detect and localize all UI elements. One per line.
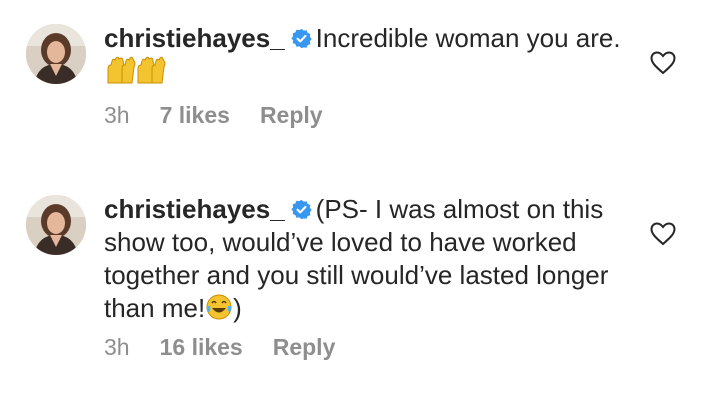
- username[interactable]: christiehayes_: [104, 23, 285, 53]
- verified-badge-icon: [291, 195, 312, 220]
- comment-text-closing: ): [233, 293, 242, 323]
- heart-icon[interactable]: [650, 51, 676, 75]
- verified-badge-icon: [291, 24, 312, 49]
- raising-hands-emoji: [104, 55, 168, 93]
- comment-body: christiehayes_ Incredible woman you are.: [104, 22, 624, 93]
- likes-count[interactable]: 16 likes: [160, 334, 243, 361]
- timestamp: 3h: [104, 334, 130, 360]
- reply-button[interactable]: Reply: [260, 102, 323, 129]
- avatar[interactable]: [26, 24, 86, 84]
- username[interactable]: christiehayes_: [104, 194, 285, 224]
- likes-count[interactable]: 7 likes: [160, 102, 230, 129]
- timestamp: 3h: [104, 102, 130, 128]
- tears-of-joy-emoji: [205, 293, 233, 329]
- avatar[interactable]: [26, 195, 86, 255]
- comment-body: christiehayes_ (PS- I was almost on this …: [104, 193, 624, 329]
- comment-meta: 3h 16 likes Reply: [104, 334, 335, 361]
- comment-meta: 3h 7 likes Reply: [104, 102, 323, 129]
- comment-text: Incredible woman you are.: [315, 23, 621, 53]
- heart-icon[interactable]: [650, 222, 676, 246]
- reply-button[interactable]: Reply: [273, 334, 336, 361]
